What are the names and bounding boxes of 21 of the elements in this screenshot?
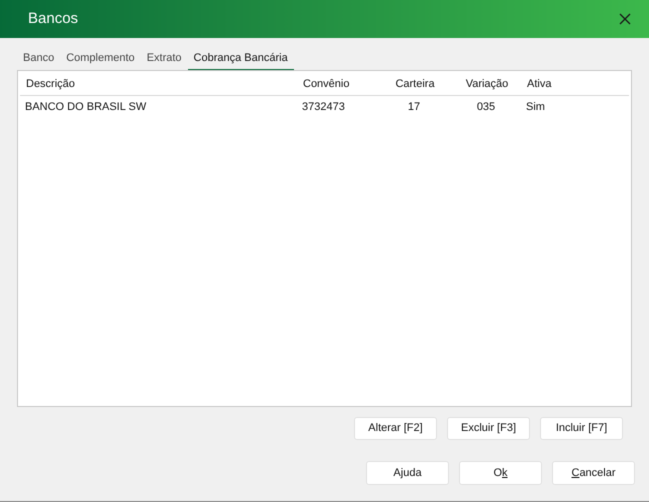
- tab[interactable]: Extrato: [140, 50, 188, 70]
- column-header: Variação: [466, 78, 508, 90]
- action-button[interactable]: Excluir [F3]: [447, 417, 530, 440]
- table-cell: BANCO DO BRASIL SW: [25, 101, 146, 113]
- dialog-button[interactable]: Ajuda: [366, 461, 449, 485]
- tab[interactable]: Complemento: [60, 50, 141, 70]
- column-header: Carteira: [395, 78, 435, 90]
- action-button[interactable]: Alterar [F2]: [354, 417, 437, 440]
- table-cell: 17: [408, 101, 420, 113]
- action-button[interactable]: Incluir [F7]: [540, 417, 623, 440]
- window-title: Bancos: [28, 8, 78, 29]
- column-header: Ativa: [527, 78, 552, 90]
- table-cell: 035: [476, 101, 496, 113]
- dialog-button[interactable]: Cancelar: [552, 461, 635, 485]
- column-header: Convênio: [303, 78, 350, 90]
- table-cell: Sim: [526, 101, 545, 113]
- table-cell: 3732473: [302, 101, 345, 113]
- tab[interactable]: Banco: [17, 50, 60, 70]
- dialog-button[interactable]: Ok: [459, 461, 542, 485]
- column-header: Descrição: [26, 78, 75, 90]
- close-icon: [619, 13, 631, 25]
